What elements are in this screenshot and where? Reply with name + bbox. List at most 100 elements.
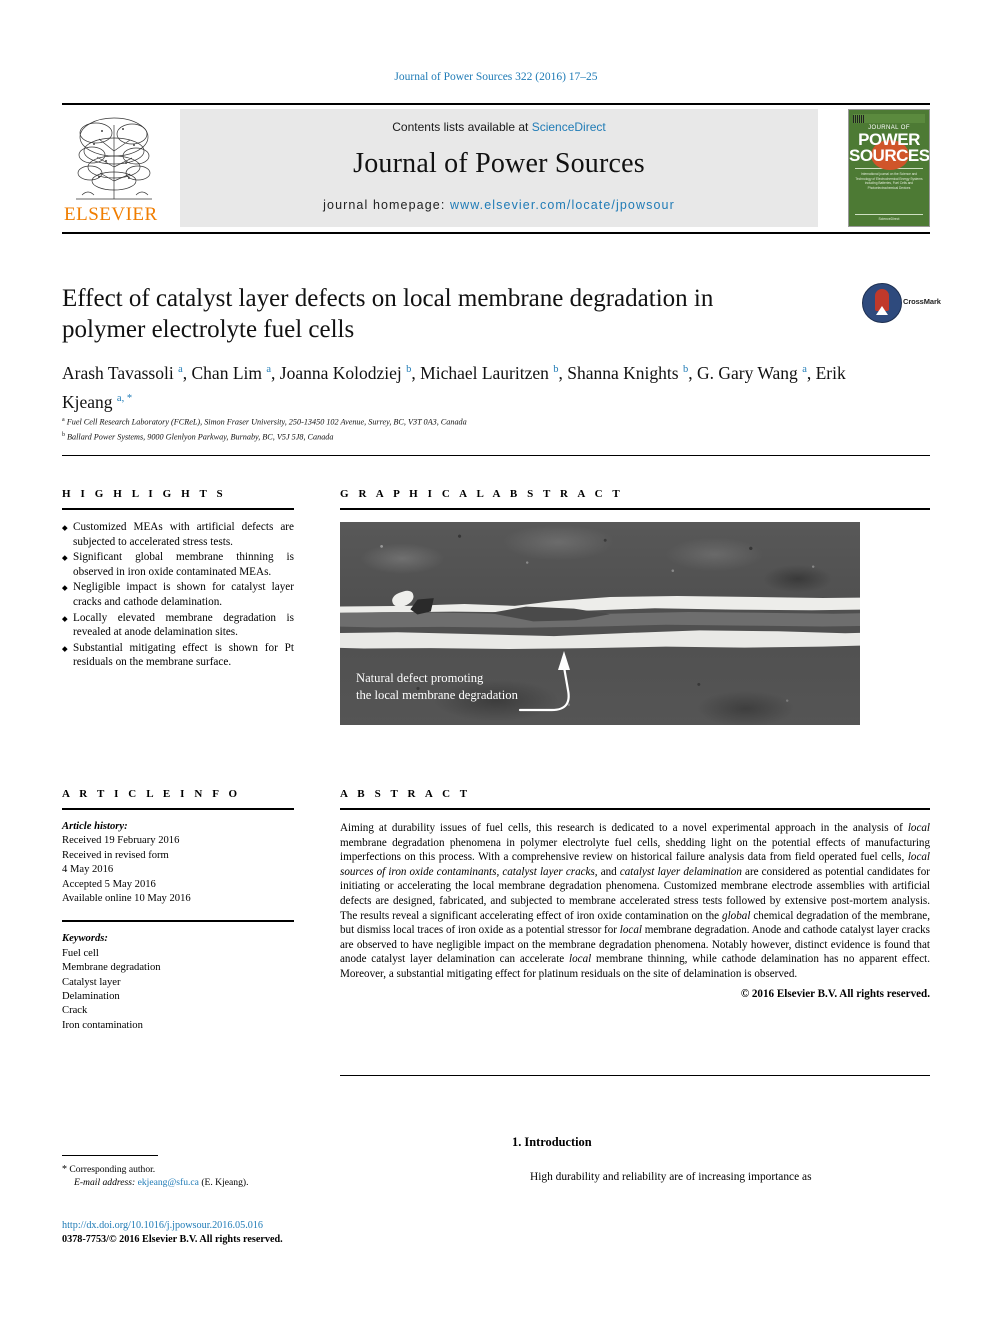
affiliation-list: a Fuel Cell Research Laboratory (FCReL),… xyxy=(62,414,862,444)
abstract-emphasis: local xyxy=(619,924,642,937)
homepage-url[interactable]: www.elsevier.com/locate/jpowsour xyxy=(450,198,675,212)
affiliation-text: Fuel Cell Research Laboratory (FCReL), S… xyxy=(64,417,467,427)
contents-label: Contents lists available at xyxy=(392,120,529,134)
sciencedirect-link[interactable]: ScienceDirect xyxy=(532,120,606,134)
journal-homepage-line: journal homepage: www.elsevier.com/locat… xyxy=(180,198,818,212)
page-title: Effect of catalyst layer defects on loca… xyxy=(62,285,714,343)
masthead-bottom-rule xyxy=(62,232,930,234)
abstract-run: Aiming at durability issues of fuel cell… xyxy=(340,822,908,834)
highlight-item: Locally elevated membrane degradation is… xyxy=(62,611,294,640)
graphical-abstract-section: G R A P H I C A L A B S T R A C T Natura… xyxy=(340,488,930,725)
keywords-rule xyxy=(62,920,294,923)
keyword-item: Iron contamination xyxy=(62,1019,143,1031)
author-name: Michael Lauritzen xyxy=(420,362,554,383)
abstract-run: and xyxy=(597,865,620,878)
keyword-item: Fuel cell xyxy=(62,947,99,959)
journal-masthead: ELSEVIER Contents lists available at Sci… xyxy=(62,109,930,227)
cover-header-strip xyxy=(853,114,925,123)
affiliation-item: b Ballard Power Systems, 9000 Glenlyon P… xyxy=(62,429,862,444)
cover-line2: POWER xyxy=(858,130,920,149)
cover-description: International journal on the Science and… xyxy=(855,172,923,190)
article-info-section: A R T I C L E I N F O Article history: R… xyxy=(62,788,294,1033)
introduction-paragraph: High durability and reliability are of i… xyxy=(530,1171,812,1183)
article-history-item: Received in revised form xyxy=(62,849,169,861)
corresponding-author-label: Corresponding author. xyxy=(69,1164,156,1175)
crossmark-badge[interactable]: CrossMark xyxy=(862,283,941,323)
abstract-copyright: © 2016 Elsevier B.V. All rights reserved… xyxy=(740,987,930,1000)
highlight-item: Negligible impact is shown for catalyst … xyxy=(62,580,294,609)
issn-copyright-line: 0378-7753/© 2016 Elsevier B.V. All right… xyxy=(62,1234,283,1245)
barcode-icon xyxy=(853,114,865,123)
article-history-item: 4 May 2016 xyxy=(62,864,114,876)
keywords-lines: Fuel cell Membrane degradation Catalyst la… xyxy=(62,947,294,1033)
abstract-text: Aiming at durability issues of fuel cell… xyxy=(340,821,930,982)
email-line: E-mail address: ekjeang@sfu.ca (E. Kjean… xyxy=(62,1176,352,1189)
footnote-rule xyxy=(62,1155,158,1156)
author-affiliation-mark: b xyxy=(553,364,559,375)
cover-footer-text: ScienceDirect xyxy=(878,217,900,221)
abstract-emphasis: local xyxy=(569,953,592,966)
abstract-emphasis: local xyxy=(907,822,930,834)
graphical-abstract-rule xyxy=(340,508,930,510)
article-history-label: Article history: xyxy=(62,821,128,832)
highlight-item: Substantial mitigating effect is shown f… xyxy=(62,641,294,670)
figure-annotation-line1: Natural defect promoting xyxy=(356,671,484,685)
author-block-rule xyxy=(62,455,930,456)
author-affiliation-mark: a, * xyxy=(116,392,133,404)
abstract-bottom-rule xyxy=(340,1075,930,1076)
author-name: Shanna Knights xyxy=(567,362,683,383)
elsevier-tree-icon xyxy=(76,117,152,200)
corresponding-author-line: * Corresponding author. xyxy=(62,1163,352,1176)
affiliation-item: a Fuel Cell Research Laboratory (FCReL),… xyxy=(62,414,862,429)
author-name: Joanna Kolodziej xyxy=(279,362,407,383)
affiliation-text: Ballard Power Systems, 9000 Glenlyon Par… xyxy=(65,432,334,442)
graphical-abstract-figure: Natural defect promoting the local membr… xyxy=(340,522,860,725)
graphical-abstract-heading: G R A P H I C A L A B S T R A C T xyxy=(340,488,624,500)
article-info-heading: A R T I C L E I N F O xyxy=(62,788,241,800)
abstract-rule xyxy=(340,808,930,810)
article-history-block: Article history: Received 19 February 20… xyxy=(62,820,294,906)
keywords-label: Keywords: xyxy=(62,933,108,945)
email-label: E-mail address: xyxy=(74,1177,136,1189)
masthead-center: Contents lists available at ScienceDirec… xyxy=(180,109,818,227)
journal-title: Journal of Power Sources xyxy=(353,148,645,179)
abstract-emphasis: global xyxy=(722,909,751,922)
keywords-block: Keywords: Fuel cell Membrane degradation C… xyxy=(62,932,294,1033)
homepage-label: journal homepage: xyxy=(323,198,446,212)
author-affiliation-mark: b xyxy=(682,364,689,375)
article-history-item: Accepted 5 May 2016 xyxy=(62,878,156,890)
author-name: G. Gary Wang xyxy=(696,362,803,383)
running-head: Journal of Power Sources 322 (2016) 17–2… xyxy=(394,71,598,83)
doi-link[interactable]: http://dx.doi.org/10.1016/j.jpowsour.201… xyxy=(62,1219,263,1233)
keyword-item: Delamination xyxy=(62,991,120,1003)
author-list: Arash Tavassoli a, Chan Lim a, Joanna Ko… xyxy=(62,362,846,412)
corresponding-author-note: * Corresponding author. E-mail address: … xyxy=(62,1163,352,1190)
author-name: Chan Lim xyxy=(191,362,267,383)
author-affiliation-mark: a xyxy=(266,364,272,375)
figure-annotation-line2: the local membrane degradation xyxy=(356,688,518,702)
journal-cover-thumbnail: JOURNAL OF POWER SOURCES International j… xyxy=(848,109,930,227)
crossmark-icon xyxy=(862,283,902,323)
elsevier-wordmark: ELSEVIER xyxy=(64,204,158,225)
highlight-item: Customized MEAs with artificial defects … xyxy=(62,520,294,549)
elsevier-logo: ELSEVIER xyxy=(62,109,172,227)
email-link[interactable]: ekjeang@sfu.ca xyxy=(138,1177,199,1188)
journal-article-page: Journal of Power Sources 322 (2016) 17–2… xyxy=(0,0,992,1323)
article-history-item: Received 19 February 2016 xyxy=(62,835,180,847)
highlights-list: Customized MEAs with artificial defects … xyxy=(62,520,294,670)
contents-line: Contents lists available at ScienceDirec… xyxy=(180,120,818,134)
introduction-heading: 1. Introduction xyxy=(512,1135,592,1149)
author-affiliation-mark: a xyxy=(178,364,183,375)
keyword-item: Membrane degradation xyxy=(62,962,161,974)
article-history-lines: Received 19 February 2016 Received in rev… xyxy=(62,834,294,906)
cover-footer-divider xyxy=(855,214,923,215)
abstract-heading: A B S T R A C T xyxy=(340,788,471,800)
abstract-emphasis: catalyst layer delamination xyxy=(619,865,742,878)
highlights-section: H I G H L I G H T S Customized MEAs with… xyxy=(62,488,294,671)
crossmark-triangle xyxy=(876,306,888,315)
cover-line3: SOURCES xyxy=(849,146,930,165)
crossmark-label: CrossMark xyxy=(903,297,941,306)
email-suffix: (E. Kjeang). xyxy=(201,1177,249,1189)
masthead-top-rule xyxy=(62,103,930,105)
keyword-item: Catalyst layer xyxy=(62,976,121,988)
